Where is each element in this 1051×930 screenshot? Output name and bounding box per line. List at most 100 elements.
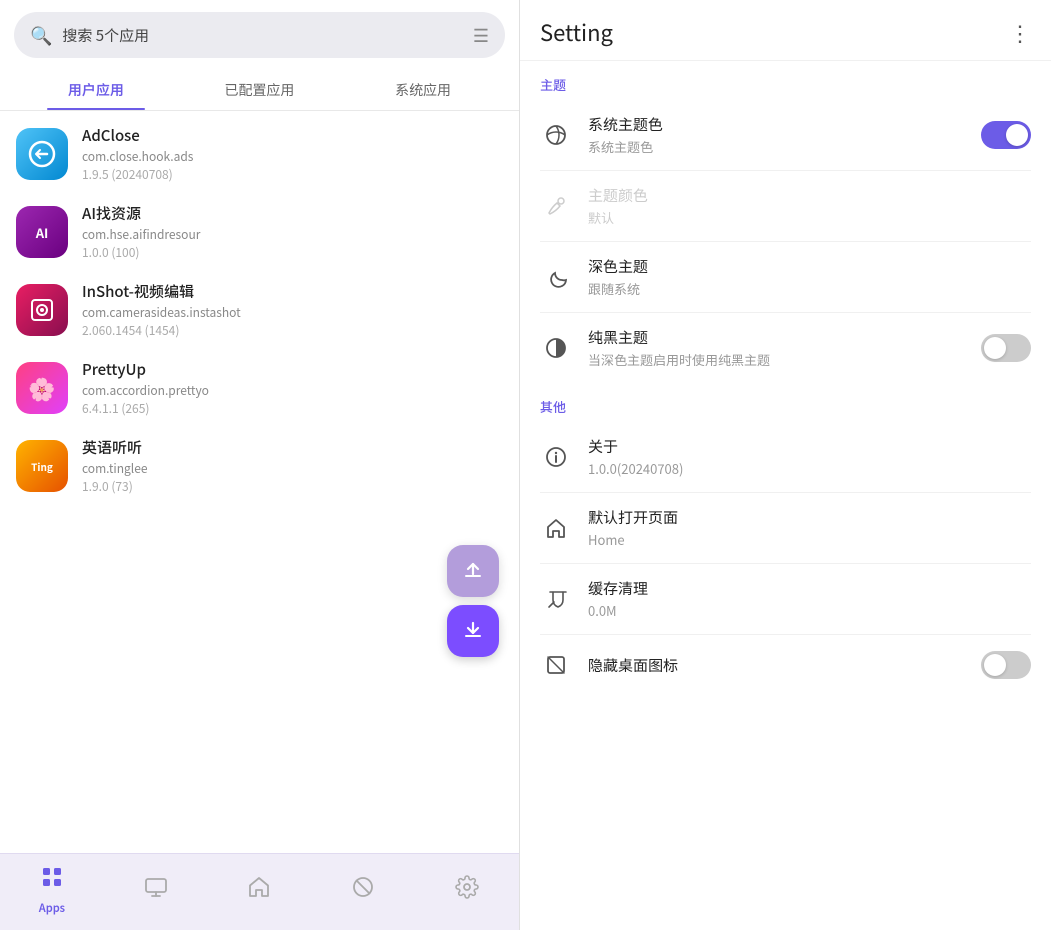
default-page-name: 默认打开页面: [588, 507, 1031, 528]
setting-item-dark-theme[interactable]: 深色主题 跟随系统: [520, 242, 1051, 312]
setting-item-hide-icon[interactable]: 隐藏桌面图标: [520, 635, 1051, 695]
app-info-inshot: InShot-视频编辑 com.camerasideas.instashot 2…: [82, 281, 503, 339]
section-label-theme: 主题: [520, 61, 1051, 100]
search-icon: 🔍: [30, 22, 52, 48]
tab-user-apps[interactable]: 用户应用: [14, 70, 178, 110]
app-name-inshot: InShot-视频编辑: [82, 281, 503, 302]
nav-item-monitor[interactable]: [126, 874, 186, 906]
app-version-ai: 1.0.0 (100): [82, 244, 503, 261]
bottom-navigation: Apps: [0, 853, 519, 930]
app-icon-adclose: [16, 128, 68, 180]
dark-theme-text: 深色主题 跟随系统: [588, 256, 1031, 298]
about-name: 关于: [588, 436, 1031, 457]
setting-item-cache-clear[interactable]: 缓存清理 0.0M: [520, 564, 1051, 634]
right-panel: Setting ⋮ 主题 系统主题色 系统主题色: [520, 0, 1051, 930]
setting-item-theme-color[interactable]: 主题颜色 默认: [520, 171, 1051, 241]
about-sub: 1.0.0(20240708): [588, 459, 1031, 478]
tab-system-apps[interactable]: 系统应用: [341, 70, 505, 110]
nav-item-block[interactable]: [333, 874, 393, 906]
app-name-ai: AI找资源: [82, 203, 503, 224]
app-package-inshot: com.camerasideas.instashot: [82, 304, 503, 321]
settings-icon: [455, 874, 479, 906]
brush-icon: [540, 190, 572, 222]
app-item-prettyup[interactable]: 🌸 PrettyUp com.accordion.prettyo 6.4.1.1…: [0, 349, 519, 427]
app-package-adclose: com.close.hook.ads: [82, 148, 503, 165]
app-version-prettyup: 6.4.1.1 (265): [82, 400, 503, 417]
info-icon: [540, 441, 572, 473]
nav-item-apps[interactable]: Apps: [22, 864, 82, 916]
app-version-tinglee: 1.9.0 (73): [82, 478, 503, 495]
dark-theme-sub: 跟随系统: [588, 279, 1031, 298]
fab-download-button[interactable]: [447, 605, 499, 657]
app-package-prettyup: com.accordion.prettyo: [82, 382, 503, 399]
search-placeholder[interactable]: 搜索 5个应用: [62, 25, 462, 46]
default-page-text: 默认打开页面 Home: [588, 507, 1031, 549]
dark-theme-name: 深色主题: [588, 256, 1031, 277]
app-icon-inshot: [16, 284, 68, 336]
cache-clear-sub: 0.0M: [588, 601, 1031, 620]
cache-clear-name: 缓存清理: [588, 578, 1031, 599]
about-text: 关于 1.0.0(20240708): [588, 436, 1031, 478]
setting-title: Setting: [540, 16, 613, 48]
hide-icon: [540, 649, 572, 681]
section-label-other: 其他: [520, 383, 1051, 422]
more-options-icon[interactable]: ⋮: [1009, 16, 1031, 48]
system-theme-color-name: 系统主题色: [588, 114, 965, 135]
pure-black-name: 纯黑主题: [588, 327, 965, 348]
theme-color-sub: 默认: [588, 208, 1031, 227]
app-version-adclose: 1.9.5 (20240708): [82, 166, 503, 183]
pure-black-text: 纯黑主题 当深色主题启用时使用纯黑主题: [588, 327, 965, 369]
setting-item-about[interactable]: 关于 1.0.0(20240708): [520, 422, 1051, 492]
theme-color-text: 主题颜色 默认: [588, 185, 1031, 227]
block-icon: [351, 874, 375, 906]
nav-item-settings[interactable]: [437, 874, 497, 906]
upload-icon: [462, 557, 484, 586]
app-item-ai[interactable]: AI AI找资源 com.hse.aifindresour 1.0.0 (100…: [0, 193, 519, 271]
app-package-tinglee: com.tinglee: [82, 460, 503, 477]
download-icon: [462, 617, 484, 646]
cache-clear-text: 缓存清理 0.0M: [588, 578, 1031, 620]
app-item-inshot[interactable]: InShot-视频编辑 com.camerasideas.instashot 2…: [0, 271, 519, 349]
app-package-ai: com.hse.aifindresour: [82, 226, 503, 243]
app-icon-ai: AI: [16, 206, 68, 258]
system-theme-color-toggle[interactable]: [981, 121, 1031, 149]
hide-icon-toggle[interactable]: [981, 651, 1031, 679]
filter-icon[interactable]: ☰: [473, 22, 489, 48]
hide-icon-text: 隐藏桌面图标: [588, 655, 965, 676]
app-info-ai: AI找资源 com.hse.aifindresour 1.0.0 (100): [82, 203, 503, 261]
moon-icon: [540, 261, 572, 293]
pure-black-sub: 当深色主题启用时使用纯黑主题: [588, 350, 965, 369]
fab-upload-button[interactable]: [447, 545, 499, 597]
app-name-adclose: AdClose: [82, 125, 503, 146]
app-name-prettyup: PrettyUp: [82, 359, 503, 380]
app-item-adclose[interactable]: AdClose com.close.hook.ads 1.9.5 (202407…: [0, 115, 519, 193]
app-item-tinglee[interactable]: Ting 英语听听 com.tinglee 1.9.0 (73): [0, 427, 519, 505]
left-panel: 🔍 搜索 5个应用 ☰ 用户应用 已配置应用 系统应用 AdClose com.…: [0, 0, 520, 930]
monitor-icon: [144, 874, 168, 906]
theme-color-name: 主题颜色: [588, 185, 1031, 206]
home-icon: [247, 874, 271, 906]
app-version-inshot: 2.060.1454 (1454): [82, 322, 503, 339]
app-name-tinglee: 英语听听: [82, 437, 503, 458]
contrast-icon: [540, 332, 572, 364]
setting-header: Setting ⋮: [520, 0, 1051, 61]
nav-item-home[interactable]: [229, 874, 289, 906]
app-icon-prettyup: 🌸: [16, 362, 68, 414]
house-icon: [540, 512, 572, 544]
default-page-sub: Home: [588, 530, 1031, 549]
system-theme-color-text: 系统主题色 系统主题色: [588, 114, 965, 156]
app-icon-tinglee: Ting: [16, 440, 68, 492]
system-theme-color-sub: 系统主题色: [588, 137, 965, 156]
broom-icon: [540, 583, 572, 615]
app-list: AdClose com.close.hook.ads 1.9.5 (202407…: [0, 111, 519, 853]
setting-item-default-page[interactable]: 默认打开页面 Home: [520, 493, 1051, 563]
pure-black-toggle[interactable]: [981, 334, 1031, 362]
tab-bar: 用户应用 已配置应用 系统应用: [0, 70, 519, 111]
tab-configured-apps[interactable]: 已配置应用: [178, 70, 342, 110]
apps-grid-icon: [40, 864, 64, 896]
app-info-tinglee: 英语听听 com.tinglee 1.9.0 (73): [82, 437, 503, 495]
app-info-adclose: AdClose com.close.hook.ads 1.9.5 (202407…: [82, 125, 503, 183]
search-bar[interactable]: 🔍 搜索 5个应用 ☰: [14, 12, 505, 58]
setting-item-pure-black[interactable]: 纯黑主题 当深色主题启用时使用纯黑主题: [520, 313, 1051, 383]
setting-item-system-theme-color[interactable]: 系统主题色 系统主题色: [520, 100, 1051, 170]
